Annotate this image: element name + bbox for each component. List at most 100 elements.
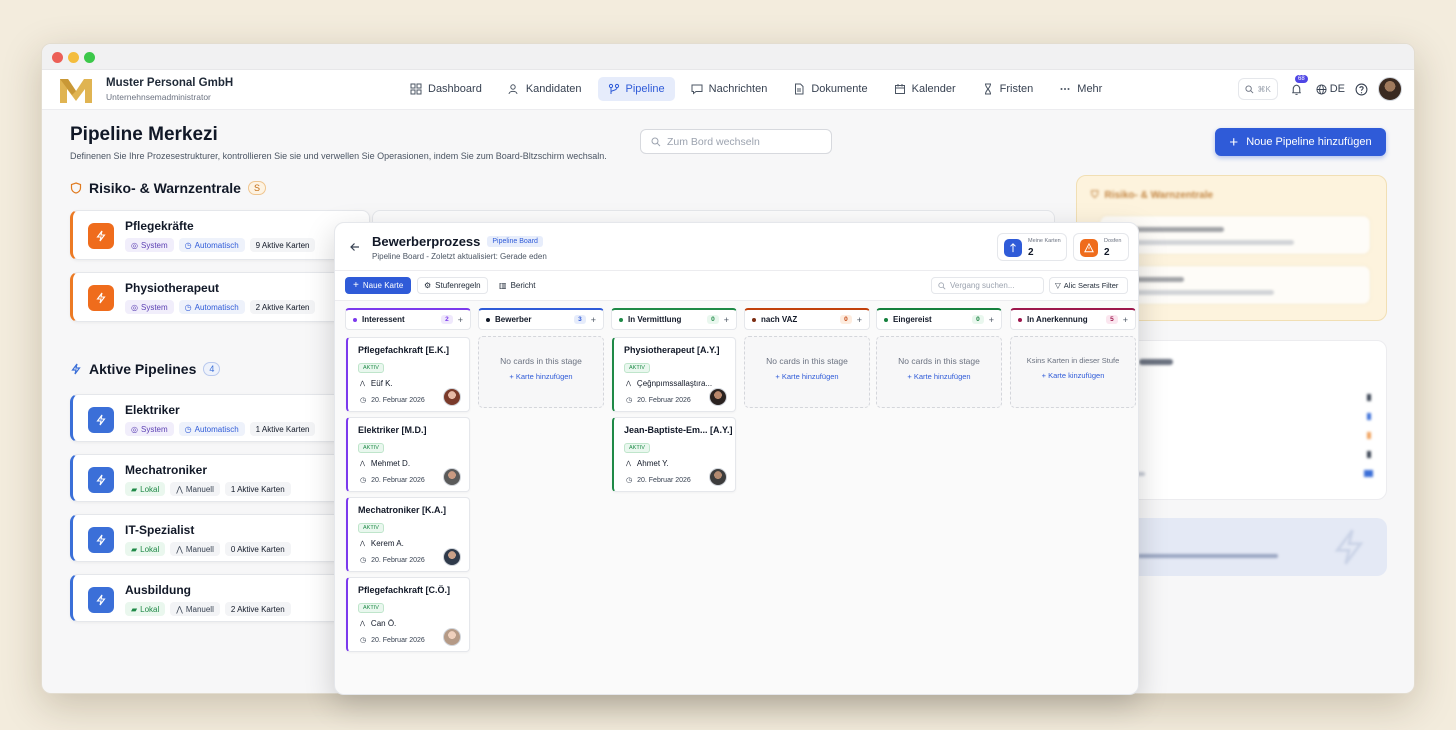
filter-icon: ▽ bbox=[1055, 281, 1061, 290]
shield-icon: ⛉ bbox=[1091, 190, 1099, 201]
column-name: Bewerber bbox=[495, 315, 532, 324]
report-button[interactable]: ▥ Bericht bbox=[493, 277, 541, 294]
column-in-anerkennung[interactable]: In Anerkennung 5 + bbox=[1010, 308, 1136, 330]
tag-label: System bbox=[140, 302, 168, 312]
nav-kalender[interactable]: Kalender bbox=[884, 77, 966, 101]
add-card-plus-icon[interactable]: + bbox=[591, 315, 596, 325]
pipeline-card-pflegekraefte[interactable]: Pflegekräfte ◎ System ◷ Automatisch 9 Akti… bbox=[70, 210, 370, 260]
add-card-link[interactable]: + Karte hinzufügen bbox=[877, 372, 1001, 381]
add-card-link[interactable]: + Karte hinzufügen bbox=[745, 372, 869, 381]
modal-subtitle: Pipeline Board - Zoletzt aktualisiert: G… bbox=[372, 252, 547, 261]
notifications-button[interactable]: 68 bbox=[1288, 75, 1308, 98]
add-card-plus-icon[interactable]: + bbox=[989, 315, 994, 325]
pipeline-card-ausbildung[interactable]: Ausbildung ▰ Lokal ⋀ Manuell 2 Aktive Kart… bbox=[70, 574, 370, 622]
empty-text: No cards in this stage bbox=[898, 356, 980, 366]
minimize-window-button[interactable] bbox=[68, 52, 79, 63]
add-card-plus-icon[interactable]: + bbox=[458, 315, 463, 325]
add-card-plus-icon[interactable]: + bbox=[1123, 315, 1128, 325]
company-info: Muster Personal GmbH Unternehnsemadminis… bbox=[106, 77, 233, 102]
column-count: 5 bbox=[1106, 315, 1118, 324]
maximize-window-button[interactable] bbox=[84, 52, 95, 63]
calendar-icon bbox=[894, 84, 905, 94]
nav-label: Kandidaten bbox=[525, 83, 582, 95]
candidate-card[interactable]: Physiotherapeut [A.Y.] AKTIV ⋀ Çeğnpımssa… bbox=[612, 337, 736, 412]
column-eingereist[interactable]: Eingereist 0 + bbox=[876, 308, 1002, 330]
pipeline-card-elektriker[interactable]: Elektriker ◎ System ◷ Automatisch 1 Aktive… bbox=[70, 394, 370, 442]
empty-stage-eingereist: No cards in this stage + Karte hinzufüge… bbox=[876, 336, 1002, 408]
tag-label: Lokal bbox=[140, 484, 160, 494]
help-icon[interactable] bbox=[1355, 83, 1368, 96]
nav-label: Dokumente bbox=[811, 83, 868, 95]
candidate-card[interactable]: Pflegefachkraft [C.Ö.] AKTIV ⋀ Can Ö. ◷ 20… bbox=[346, 577, 470, 652]
language-switch[interactable]: DE bbox=[1316, 83, 1345, 95]
risk-title-text: Risiko- & Warnzentrale bbox=[89, 180, 241, 196]
top-navigation: Muster Personal GmbH Unternehnsemadminis… bbox=[42, 70, 1414, 110]
add-card-link[interactable]: + Karte kinzufügen bbox=[1011, 371, 1135, 380]
candidate-card[interactable]: Mechatroniker [K.A.] AKTIV ⋀ Kerem A. ◷ 20… bbox=[346, 497, 470, 572]
tag-label: Manuell bbox=[185, 604, 214, 614]
add-pipeline-button[interactable]: + Noue Pipeline hinzufügen bbox=[1215, 128, 1386, 156]
pipeline-card-physiotherapeut[interactable]: Physiotherapeut ◎ System ◷ Automatisch 2 A… bbox=[70, 272, 370, 322]
nav-dashboard[interactable]: Dashboard bbox=[400, 77, 492, 101]
system-icon: ◎ bbox=[131, 424, 138, 434]
clock-icon: ◷ bbox=[626, 397, 633, 404]
nav-fristen[interactable]: Fristen bbox=[972, 77, 1044, 101]
lightning-icon bbox=[88, 467, 114, 493]
user-avatar[interactable] bbox=[1378, 77, 1402, 101]
arrow-left-icon[interactable] bbox=[349, 241, 361, 253]
modal-header: Bewerberprozess Pipeline Board Pipeline … bbox=[335, 223, 1138, 271]
lightning-icon bbox=[88, 407, 114, 433]
add-card-plus-icon[interactable]: + bbox=[857, 315, 862, 325]
candidate-card[interactable]: Jean-Baptiste-Em... [A.Y.] AKTIV ⋀ Ahmet … bbox=[612, 417, 736, 492]
clock-icon: ◷ bbox=[360, 477, 367, 484]
card-title: Pflegefachkraft [C.Ö.] bbox=[358, 585, 451, 595]
close-window-button[interactable] bbox=[52, 52, 63, 63]
pipeline-card-it-spezialist[interactable]: IT-Spezialist ▰ Lokal ⋀ Manuell 0 Aktive K… bbox=[70, 514, 370, 562]
pipeline-tags: ▰ Lokal ⋀ Manuell 2 Aktive Karten bbox=[125, 602, 291, 616]
nav-pipeline[interactable]: Pipeline bbox=[597, 77, 675, 101]
clock-icon: ◷ bbox=[184, 424, 192, 434]
nav-kandidaten[interactable]: Kandidaten bbox=[498, 77, 592, 101]
stage-rules-button[interactable]: ⚙ Stufenregeln bbox=[417, 277, 488, 294]
candidate-card[interactable]: Elektriker [M.D.] AKTIV ⋀ Mehmet D. ◷ 20. … bbox=[346, 417, 470, 492]
status-badge: AKTIV bbox=[358, 443, 384, 453]
user-role: Unternehnsemadministrator bbox=[106, 92, 211, 102]
card-date: ◷ 20. Februar 2026 bbox=[360, 396, 425, 405]
pipeline-card-mechatroniker[interactable]: Mechatroniker ▰ Lokal ⋀ Manuell 1 Aktive K… bbox=[70, 454, 370, 502]
tag-system: ◎ System bbox=[125, 422, 174, 436]
folder-icon: ▰ bbox=[131, 484, 138, 494]
pipeline-icon bbox=[608, 83, 619, 94]
clock-icon: ◷ bbox=[360, 637, 367, 644]
clock-icon: ◷ bbox=[184, 240, 192, 250]
clock-icon: ◷ bbox=[360, 557, 367, 564]
card-date: ◷ 20. Februar 2026 bbox=[360, 476, 425, 485]
pipeline-tags: ◎ System ◷ Automatisch 9 Aktive Karten bbox=[125, 238, 316, 252]
status-dot bbox=[1018, 317, 1022, 322]
column-in-vermittlung[interactable]: In Vermittlung 0 + bbox=[611, 308, 737, 330]
card-person: ⋀ Eüf K. bbox=[360, 379, 393, 388]
new-card-button[interactable]: + Naue Karte bbox=[345, 277, 412, 294]
status-dot bbox=[486, 317, 490, 322]
column-interessent[interactable]: Interessent 2 + bbox=[345, 308, 471, 330]
tag-system: ◎ System bbox=[125, 238, 174, 252]
add-card-link[interactable]: + Karte hinzufügen bbox=[479, 372, 603, 381]
card-search-input[interactable]: Vergang suchen... bbox=[931, 277, 1044, 294]
pipeline-name: IT-Spezialist bbox=[125, 523, 195, 537]
stat-label: Dosfen bbox=[1104, 238, 1122, 244]
column-nach-vaz[interactable]: nach VAZ 0 + bbox=[744, 308, 870, 330]
nav-nachrichten[interactable]: Nachrichten bbox=[681, 77, 778, 101]
global-search-button[interactable]: ⌘K bbox=[1237, 78, 1278, 100]
candidate-card[interactable]: Pflegefachkraft [E.K.] AKTIV ⋀ Eüf K. ◷ 20… bbox=[346, 337, 470, 412]
language-label: DE bbox=[1329, 83, 1345, 95]
nav-dokumente[interactable]: Dokumente bbox=[783, 77, 877, 101]
main-nav: Dashboard Kandidaten Pipeline Nachrichte… bbox=[400, 77, 1112, 101]
board-switch-input[interactable]: Zum Bord wechseln bbox=[640, 129, 832, 154]
add-card-plus-icon[interactable]: + bbox=[724, 315, 729, 325]
filter-button[interactable]: ▽ Alic Serats Filter bbox=[1049, 277, 1128, 294]
nav-mehr[interactable]: Mehr bbox=[1049, 77, 1112, 101]
tag-label: Lokal bbox=[140, 604, 160, 614]
column-bewerber[interactable]: Bewerber 3 + bbox=[478, 308, 604, 330]
board-switch-placeholder: Zum Bord wechseln bbox=[667, 135, 760, 148]
avatar bbox=[709, 388, 727, 406]
card-person: ⋀ Çeğnpımssallaştıra... bbox=[626, 379, 712, 388]
